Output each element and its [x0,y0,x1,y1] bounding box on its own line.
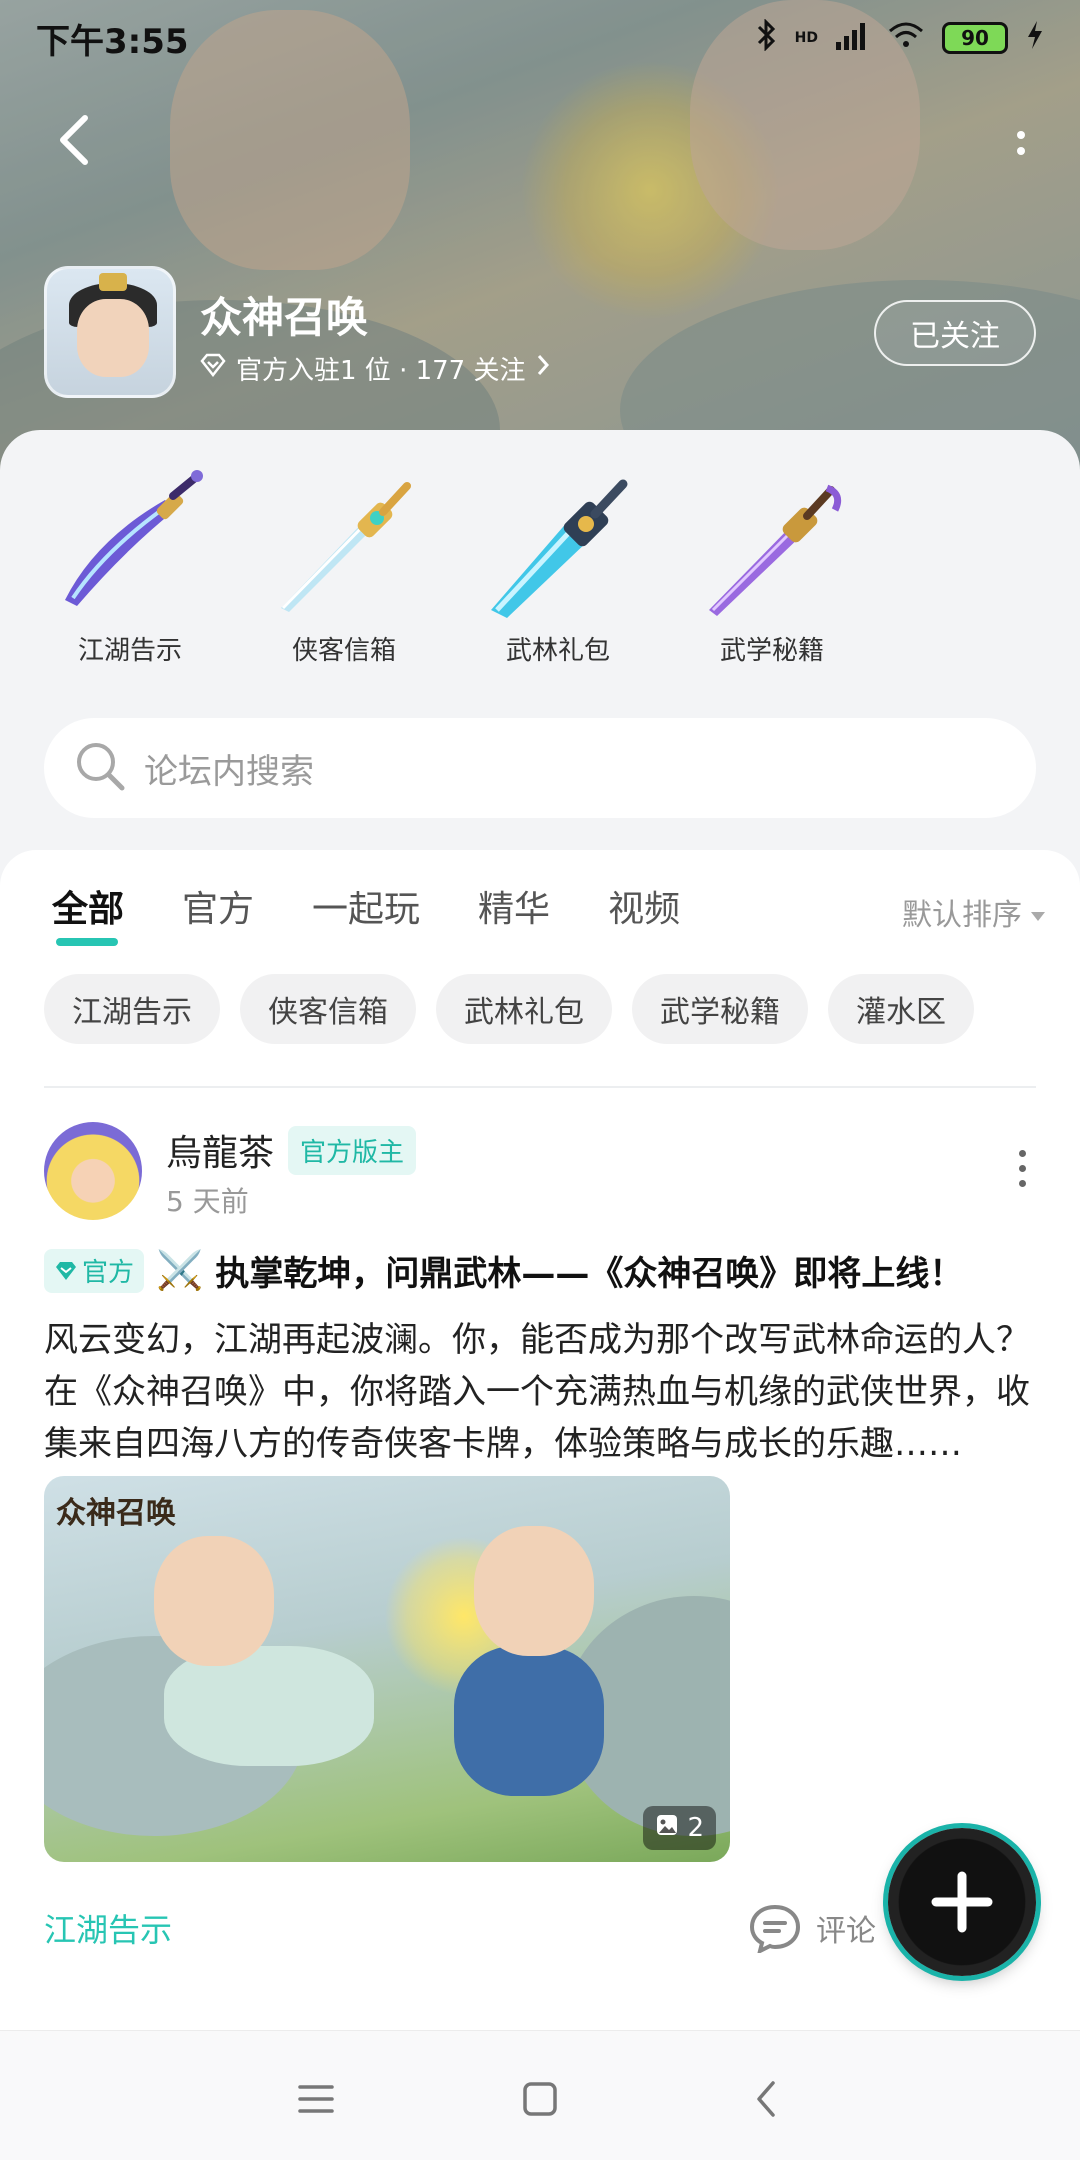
shortcut-label: 武林礼包 [505,636,610,666]
chip-xiake-mailbox[interactable]: 侠客信箱 [240,974,416,1044]
image-count: 2 [687,1813,704,1843]
chevron-right-icon [536,353,550,384]
category-tabs: 全部 官方 一起玩 精华 视频 [52,880,680,946]
chevron-left-icon [757,2081,775,2117]
post-image[interactable]: 众神召唤 2 [44,1476,730,1862]
shortcut-label: 侠客信箱 [291,636,396,666]
shortcut-wulin-giftpack[interactable]: 武林礼包 [468,470,648,667]
chevron-left-icon [60,115,88,165]
forum-stats-link[interactable]: 官方入驻1 位 · 177 关注 [200,350,550,387]
official-tag: 官方 [44,1248,145,1293]
diamond-icon [200,353,226,384]
post-time: 5 天前 [166,1185,249,1218]
image-character-boy-body [454,1646,604,1796]
status-icons: HD 90 [755,17,1044,58]
shortcut-row: 江湖告示 侠客信箱 武林礼包 武学秘籍 [0,470,1080,667]
shortcut-label: 江湖告示 [77,636,182,666]
post-topic-link[interactable]: 江湖告示 [44,1905,172,1951]
post-title[interactable]: 执掌乾坤，问鼎武林——《众神召唤》即将上线！ [215,1246,963,1295]
shortcut-label: 武学秘籍 [719,636,824,666]
purple-curved-sword-icon [55,470,205,620]
image-count-badge: 2 [643,1806,716,1850]
plus-icon [931,1871,993,1933]
shortcut-wuxue-manual[interactable]: 武学秘籍 [682,470,862,667]
post-footer: 江湖告示 评论 1 [44,1900,1036,1956]
follow-button[interactable]: 已关注 [874,300,1036,366]
system-nav-bar [0,2030,1080,2160]
divider [44,1086,1036,1088]
forum-stats-text: 官方入驻1 位 · 177 关注 [236,356,526,386]
image-character-boy-head [474,1526,594,1656]
content-sheet: 江湖告示 侠客信箱 武林礼包 武学秘籍 论坛内搜索 全部 官方 一起玩 精华 视… [0,430,1080,2030]
sort-dropdown[interactable]: 默认排序 [902,890,1046,934]
more-options-button[interactable] [1006,118,1036,168]
more-dot-icon [1017,131,1025,139]
wifi-icon [888,21,924,56]
home-button[interactable] [510,2069,570,2129]
author-name[interactable]: 烏龍茶 [166,1124,274,1176]
search-icon [74,740,126,796]
post-title-row: 官方 ⚔️ 执掌乾坤，问鼎武林——《众神召唤》即将上线！ [44,1246,1044,1295]
post-excerpt[interactable]: 风云变幻，江湖再起波澜。你，能否成为那个改写武林命运的人？在《众神召唤》中，你将… [44,1314,1036,1470]
bluetooth-icon [755,17,777,58]
signal-icon [836,20,870,57]
status-bar: 下午3:55 HD 90 [0,0,1080,76]
image-game-logo: 众神召唤 [56,1496,176,1531]
menu-icon [298,2085,334,2113]
tab-video[interactable]: 视频 [608,880,680,940]
crystal-greatsword-icon [483,470,633,620]
comment-button[interactable]: 评论 [748,1903,876,1953]
battery-indicator: 90 [942,22,1008,54]
more-dot-icon [1019,1180,1026,1187]
author-row: 烏龍茶 官方版主 [166,1124,417,1176]
more-dot-icon [1019,1165,1026,1172]
image-icon [655,1813,679,1844]
status-time: 下午3:55 [36,21,189,62]
chip-wulin-giftpack[interactable]: 武林礼包 [436,974,612,1044]
tab-official[interactable]: 官方 [182,880,254,940]
caret-down-icon [1030,895,1046,930]
ice-sword-icon [269,470,419,620]
tab-featured[interactable]: 精华 [478,880,550,940]
sort-label: 默认排序 [902,898,1022,933]
square-icon [523,2082,557,2116]
chip-wuxue-manual[interactable]: 武学秘籍 [632,974,808,1044]
crossed-swords-icon: ⚔️ [156,1248,204,1292]
tab-all[interactable]: 全部 [52,880,124,946]
chip-chat-zone[interactable]: 灌水区 [828,974,974,1044]
heart-diamond-icon [56,1261,76,1280]
icon-crown [99,273,127,291]
post-more-button[interactable] [1019,1150,1026,1187]
forum-search-bar[interactable]: 论坛内搜索 [44,718,1036,818]
tab-play-together[interactable]: 一起玩 [312,880,420,940]
topic-chips: 江湖告示 侠客信箱 武林礼包 武学秘籍 灌水区 [44,974,974,1044]
icon-face [77,299,149,377]
image-character-girl-head [154,1536,274,1666]
author-avatar[interactable] [44,1122,142,1220]
shortcut-xiake-mailbox[interactable]: 侠客信箱 [254,470,434,667]
official-tag-label: 官方 [82,1258,135,1288]
shortcut-jianghu-notice[interactable]: 江湖告示 [40,470,220,667]
app-icon[interactable] [44,266,176,398]
more-dot-icon [1019,1150,1026,1157]
comment-icon [749,1904,801,1953]
system-back-button[interactable] [736,2069,796,2129]
violet-dagger-icon [697,470,847,620]
charging-icon [1026,20,1044,57]
create-post-button[interactable] [888,1828,1036,1976]
recent-apps-button[interactable] [286,2069,346,2129]
search-placeholder: 论坛内搜索 [144,751,314,792]
chip-jianghu-notice[interactable]: 江湖告示 [44,974,220,1044]
network-label: HD [794,30,818,46]
app-name: 众神召唤 [200,293,369,342]
comment-label: 评论 [816,1914,876,1949]
more-dot-icon [1017,147,1025,155]
back-button[interactable] [44,110,104,170]
moderator-badge: 官方版主 [288,1125,417,1175]
